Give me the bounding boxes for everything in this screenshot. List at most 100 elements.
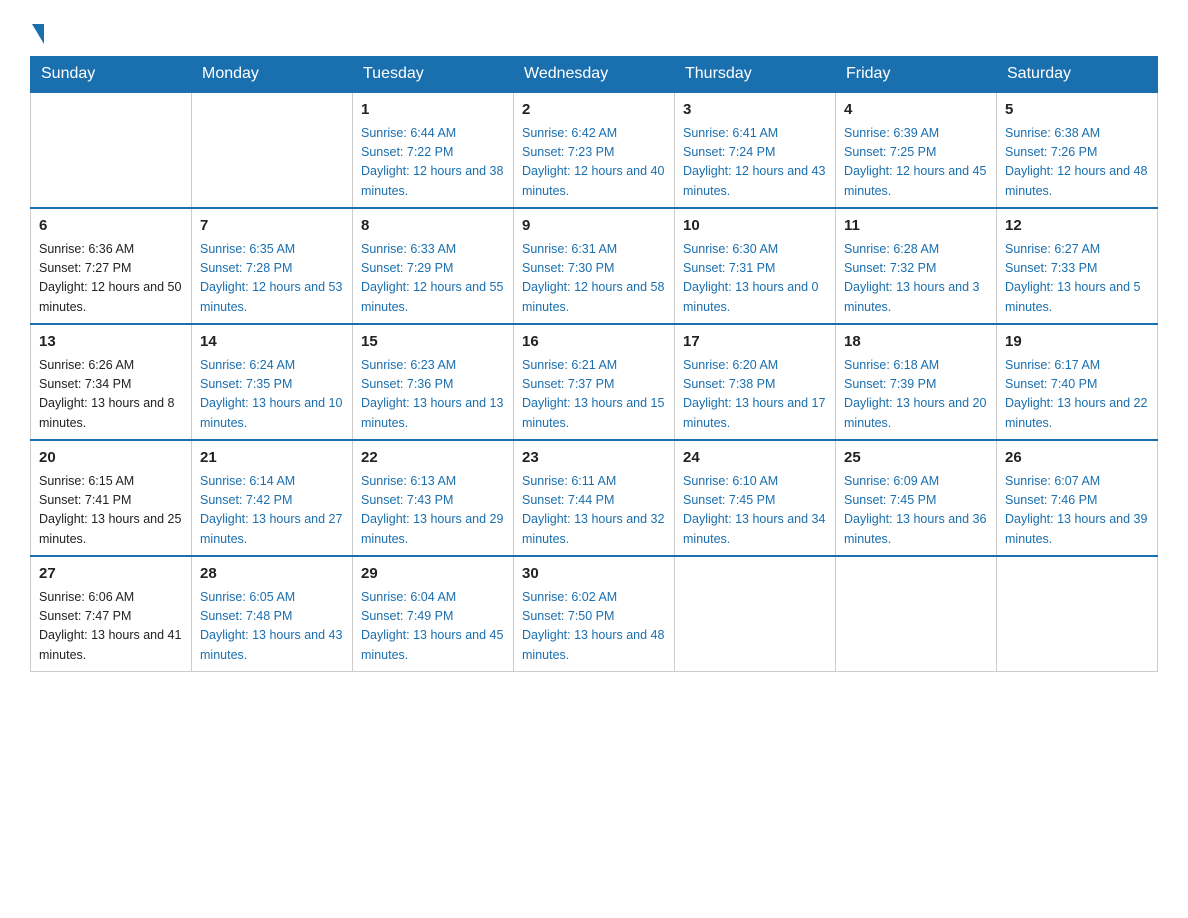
calendar-cell xyxy=(997,556,1158,672)
day-info: Sunrise: 6:02 AMSunset: 7:50 PMDaylight:… xyxy=(522,588,666,666)
day-info: Sunrise: 6:15 AMSunset: 7:41 PMDaylight:… xyxy=(39,472,183,550)
calendar-cell: 20Sunrise: 6:15 AMSunset: 7:41 PMDayligh… xyxy=(31,440,192,556)
calendar-cell: 1Sunrise: 6:44 AMSunset: 7:22 PMDaylight… xyxy=(353,92,514,208)
calendar-cell xyxy=(192,92,353,208)
day-number: 18 xyxy=(844,331,988,354)
day-header-monday: Monday xyxy=(192,57,353,93)
calendar-cell: 22Sunrise: 6:13 AMSunset: 7:43 PMDayligh… xyxy=(353,440,514,556)
calendar-cell: 23Sunrise: 6:11 AMSunset: 7:44 PMDayligh… xyxy=(514,440,675,556)
calendar-cell xyxy=(675,556,836,672)
day-info: Sunrise: 6:36 AMSunset: 7:27 PMDaylight:… xyxy=(39,240,183,318)
day-info: Sunrise: 6:21 AMSunset: 7:37 PMDaylight:… xyxy=(522,356,666,434)
day-number: 1 xyxy=(361,99,505,122)
calendar-cell: 19Sunrise: 6:17 AMSunset: 7:40 PMDayligh… xyxy=(997,324,1158,440)
calendar-header-row: SundayMondayTuesdayWednesdayThursdayFrid… xyxy=(31,57,1158,93)
day-info: Sunrise: 6:18 AMSunset: 7:39 PMDaylight:… xyxy=(844,356,988,434)
calendar-week-row: 1Sunrise: 6:44 AMSunset: 7:22 PMDaylight… xyxy=(31,92,1158,208)
day-header-wednesday: Wednesday xyxy=(514,57,675,93)
calendar-week-row: 6Sunrise: 6:36 AMSunset: 7:27 PMDaylight… xyxy=(31,208,1158,324)
day-header-tuesday: Tuesday xyxy=(353,57,514,93)
calendar-cell: 7Sunrise: 6:35 AMSunset: 7:28 PMDaylight… xyxy=(192,208,353,324)
calendar-cell: 10Sunrise: 6:30 AMSunset: 7:31 PMDayligh… xyxy=(675,208,836,324)
day-info: Sunrise: 6:06 AMSunset: 7:47 PMDaylight:… xyxy=(39,588,183,666)
day-info: Sunrise: 6:07 AMSunset: 7:46 PMDaylight:… xyxy=(1005,472,1149,550)
day-info: Sunrise: 6:24 AMSunset: 7:35 PMDaylight:… xyxy=(200,356,344,434)
day-info: Sunrise: 6:11 AMSunset: 7:44 PMDaylight:… xyxy=(522,472,666,550)
logo-triangle-icon xyxy=(32,24,44,44)
calendar-table: SundayMondayTuesdayWednesdayThursdayFrid… xyxy=(30,56,1158,672)
calendar-cell: 18Sunrise: 6:18 AMSunset: 7:39 PMDayligh… xyxy=(836,324,997,440)
day-number: 13 xyxy=(39,331,183,354)
logo xyxy=(30,20,44,36)
calendar-cell: 4Sunrise: 6:39 AMSunset: 7:25 PMDaylight… xyxy=(836,92,997,208)
calendar-cell: 9Sunrise: 6:31 AMSunset: 7:30 PMDaylight… xyxy=(514,208,675,324)
calendar-cell xyxy=(836,556,997,672)
day-info: Sunrise: 6:28 AMSunset: 7:32 PMDaylight:… xyxy=(844,240,988,318)
calendar-cell: 11Sunrise: 6:28 AMSunset: 7:32 PMDayligh… xyxy=(836,208,997,324)
day-number: 10 xyxy=(683,215,827,238)
day-info: Sunrise: 6:23 AMSunset: 7:36 PMDaylight:… xyxy=(361,356,505,434)
day-number: 20 xyxy=(39,447,183,470)
day-number: 17 xyxy=(683,331,827,354)
day-number: 3 xyxy=(683,99,827,122)
day-info: Sunrise: 6:41 AMSunset: 7:24 PMDaylight:… xyxy=(683,124,827,202)
day-header-sunday: Sunday xyxy=(31,57,192,93)
calendar-cell: 2Sunrise: 6:42 AMSunset: 7:23 PMDaylight… xyxy=(514,92,675,208)
day-info: Sunrise: 6:14 AMSunset: 7:42 PMDaylight:… xyxy=(200,472,344,550)
day-number: 14 xyxy=(200,331,344,354)
calendar-cell: 21Sunrise: 6:14 AMSunset: 7:42 PMDayligh… xyxy=(192,440,353,556)
calendar-week-row: 13Sunrise: 6:26 AMSunset: 7:34 PMDayligh… xyxy=(31,324,1158,440)
day-info: Sunrise: 6:35 AMSunset: 7:28 PMDaylight:… xyxy=(200,240,344,318)
day-header-thursday: Thursday xyxy=(675,57,836,93)
day-info: Sunrise: 6:17 AMSunset: 7:40 PMDaylight:… xyxy=(1005,356,1149,434)
page-header xyxy=(30,20,1158,36)
day-info: Sunrise: 6:27 AMSunset: 7:33 PMDaylight:… xyxy=(1005,240,1149,318)
calendar-cell: 6Sunrise: 6:36 AMSunset: 7:27 PMDaylight… xyxy=(31,208,192,324)
calendar-cell: 17Sunrise: 6:20 AMSunset: 7:38 PMDayligh… xyxy=(675,324,836,440)
calendar-cell: 12Sunrise: 6:27 AMSunset: 7:33 PMDayligh… xyxy=(997,208,1158,324)
day-info: Sunrise: 6:10 AMSunset: 7:45 PMDaylight:… xyxy=(683,472,827,550)
calendar-cell: 30Sunrise: 6:02 AMSunset: 7:50 PMDayligh… xyxy=(514,556,675,672)
calendar-cell: 3Sunrise: 6:41 AMSunset: 7:24 PMDaylight… xyxy=(675,92,836,208)
day-number: 25 xyxy=(844,447,988,470)
day-info: Sunrise: 6:44 AMSunset: 7:22 PMDaylight:… xyxy=(361,124,505,202)
day-info: Sunrise: 6:13 AMSunset: 7:43 PMDaylight:… xyxy=(361,472,505,550)
day-number: 26 xyxy=(1005,447,1149,470)
day-info: Sunrise: 6:31 AMSunset: 7:30 PMDaylight:… xyxy=(522,240,666,318)
day-number: 22 xyxy=(361,447,505,470)
calendar-cell: 26Sunrise: 6:07 AMSunset: 7:46 PMDayligh… xyxy=(997,440,1158,556)
day-number: 5 xyxy=(1005,99,1149,122)
day-number: 2 xyxy=(522,99,666,122)
day-info: Sunrise: 6:39 AMSunset: 7:25 PMDaylight:… xyxy=(844,124,988,202)
day-number: 12 xyxy=(1005,215,1149,238)
calendar-cell: 27Sunrise: 6:06 AMSunset: 7:47 PMDayligh… xyxy=(31,556,192,672)
day-number: 6 xyxy=(39,215,183,238)
day-info: Sunrise: 6:42 AMSunset: 7:23 PMDaylight:… xyxy=(522,124,666,202)
calendar-cell: 25Sunrise: 6:09 AMSunset: 7:45 PMDayligh… xyxy=(836,440,997,556)
day-header-friday: Friday xyxy=(836,57,997,93)
day-number: 19 xyxy=(1005,331,1149,354)
calendar-week-row: 20Sunrise: 6:15 AMSunset: 7:41 PMDayligh… xyxy=(31,440,1158,556)
day-number: 7 xyxy=(200,215,344,238)
day-number: 30 xyxy=(522,563,666,586)
day-info: Sunrise: 6:09 AMSunset: 7:45 PMDaylight:… xyxy=(844,472,988,550)
day-number: 29 xyxy=(361,563,505,586)
day-number: 27 xyxy=(39,563,183,586)
calendar-cell xyxy=(31,92,192,208)
day-info: Sunrise: 6:38 AMSunset: 7:26 PMDaylight:… xyxy=(1005,124,1149,202)
day-info: Sunrise: 6:04 AMSunset: 7:49 PMDaylight:… xyxy=(361,588,505,666)
day-number: 9 xyxy=(522,215,666,238)
day-number: 24 xyxy=(683,447,827,470)
day-info: Sunrise: 6:26 AMSunset: 7:34 PMDaylight:… xyxy=(39,356,183,434)
day-info: Sunrise: 6:05 AMSunset: 7:48 PMDaylight:… xyxy=(200,588,344,666)
day-info: Sunrise: 6:33 AMSunset: 7:29 PMDaylight:… xyxy=(361,240,505,318)
day-number: 15 xyxy=(361,331,505,354)
day-number: 4 xyxy=(844,99,988,122)
calendar-cell: 15Sunrise: 6:23 AMSunset: 7:36 PMDayligh… xyxy=(353,324,514,440)
day-header-saturday: Saturday xyxy=(997,57,1158,93)
calendar-cell: 28Sunrise: 6:05 AMSunset: 7:48 PMDayligh… xyxy=(192,556,353,672)
day-number: 11 xyxy=(844,215,988,238)
calendar-cell: 5Sunrise: 6:38 AMSunset: 7:26 PMDaylight… xyxy=(997,92,1158,208)
calendar-cell: 13Sunrise: 6:26 AMSunset: 7:34 PMDayligh… xyxy=(31,324,192,440)
calendar-cell: 14Sunrise: 6:24 AMSunset: 7:35 PMDayligh… xyxy=(192,324,353,440)
